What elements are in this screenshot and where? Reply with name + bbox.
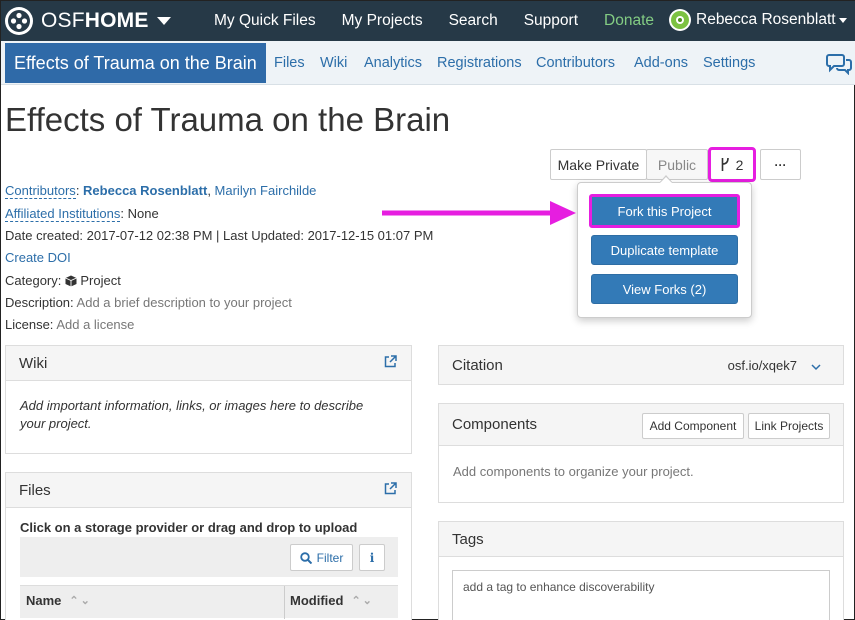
comments-icon[interactable]: [826, 53, 852, 80]
user-name: Rebecca Rosenblatt: [696, 11, 836, 28]
affiliated-label[interactable]: Affiliated Institutions: [5, 206, 121, 222]
project-navbar: Effects of Trauma on the Brain Files Wik…: [1, 41, 855, 85]
category-label: Category:: [5, 273, 62, 288]
add-component-button[interactable]: Add Component: [642, 413, 744, 439]
create-doi[interactable]: Create DOI: [5, 250, 71, 265]
more-options-button[interactable]: ···: [760, 149, 801, 180]
create-doi-link: Create DOI: [5, 250, 71, 265]
wiki-panel-header: Wiki: [6, 346, 411, 381]
link-projects-button[interactable]: Link Projects: [748, 413, 830, 439]
tab-add-ons[interactable]: Add-ons: [634, 43, 688, 83]
info-button[interactable]: i: [359, 544, 385, 571]
filter-label: Filter: [316, 550, 344, 565]
affiliated-line: Affiliated Institutions: None: [5, 206, 159, 222]
sort-icon[interactable]: ⌃⌄: [69, 594, 91, 607]
tab-analytics[interactable]: Analytics: [364, 43, 422, 83]
contributors-label[interactable]: Contributors: [5, 183, 76, 199]
citation-title: Citation: [452, 356, 503, 374]
external-link-icon[interactable]: [384, 354, 397, 372]
wiki-title: Wiki: [19, 354, 48, 372]
top-nav-links: My Quick Files My Projects Search Suppor…: [201, 1, 667, 41]
wiki-body: Add important information, links, or ima…: [20, 398, 364, 431]
external-link-icon[interactable]: [384, 481, 397, 499]
tags-panel-header: Tags: [439, 522, 843, 557]
nav-my-projects[interactable]: My Projects: [329, 12, 436, 30]
description-line: Description: Add a brief description to …: [5, 295, 292, 310]
annotation-arrow: [382, 201, 576, 225]
fork-button[interactable]: 2: [708, 147, 756, 182]
license-label: License:: [5, 317, 54, 332]
citation-url: osf.io/xqek7: [727, 357, 797, 373]
contributor-link[interactable]: Marilyn Fairchilde: [215, 183, 317, 198]
cube-icon: [65, 275, 78, 287]
components-title: Components: [452, 416, 538, 433]
user-avatar-icon: [669, 9, 691, 31]
page-title: Effects of Trauma on the Brain: [5, 101, 451, 138]
osf-logo-icon: [5, 7, 33, 35]
affiliated-value: None: [127, 206, 159, 221]
brand-home: HOME: [84, 9, 149, 32]
column-name-label: Name: [26, 593, 62, 608]
category-value: Project: [80, 273, 121, 288]
tab-wiki[interactable]: Wiki: [320, 43, 347, 83]
files-toolbar: Filter i: [20, 537, 398, 577]
tab-registrations[interactable]: Registrations: [437, 43, 522, 83]
components-empty-text: Add components to organize your project.: [453, 464, 694, 479]
files-upload-instruction: Click on a storage provider or drag and …: [20, 520, 358, 535]
files-title: Files: [19, 481, 51, 499]
nav-donate[interactable]: Donate: [591, 12, 667, 30]
top-navbar: OSFHOME My Quick Files My Projects Searc…: [1, 1, 855, 41]
make-private-button[interactable]: Make Private: [550, 149, 647, 180]
fork-icon: [721, 158, 730, 171]
contributors-line: Contributors: Rebecca Rosenblatt, Marily…: [5, 183, 317, 199]
osf-home-logo[interactable]: OSFHOME: [5, 1, 171, 41]
chevron-down-icon: [838, 17, 847, 23]
citation-panel-header: Citation osf.io/xqek7: [439, 346, 843, 384]
column-name[interactable]: Name ⌃⌄: [26, 593, 92, 608]
chevron-down-icon[interactable]: [811, 358, 821, 375]
nav-my-quick-files[interactable]: My Quick Files: [201, 12, 329, 30]
tags-panel: Tags add a tag to enhance discoverabilit…: [438, 521, 844, 620]
brand-text: OSFHOME: [41, 9, 149, 33]
files-panel-header: Files: [6, 473, 411, 508]
column-modified[interactable]: Modified ⌃⌄: [290, 593, 374, 608]
citation-panel[interactable]: Citation osf.io/xqek7: [438, 345, 844, 385]
view-forks-button[interactable]: View Forks (2): [591, 274, 738, 304]
filter-button[interactable]: Filter: [290, 544, 353, 571]
tags-input[interactable]: add a tag to enhance discoverability: [452, 570, 830, 620]
sort-icon[interactable]: ⌃⌄: [351, 594, 373, 607]
public-button[interactable]: Public: [646, 149, 708, 180]
category-line: Category: Project: [5, 273, 121, 288]
description-label: Description:: [5, 295, 74, 310]
search-icon: [299, 551, 312, 564]
tags-title: Tags: [452, 530, 484, 548]
files-table-header: Name ⌃⌄ Modified ⌃⌄: [20, 585, 398, 619]
license-line: License: Add a license: [5, 317, 134, 332]
fork-this-project-button[interactable]: Fork this Project: [589, 194, 740, 228]
dates-line: Date created: 2017-07-12 02:38 PM | Last…: [5, 228, 434, 243]
nav-support[interactable]: Support: [511, 12, 591, 30]
project-title-tab[interactable]: Effects of Trauma on the Brain: [5, 43, 266, 83]
tab-files[interactable]: Files: [274, 43, 305, 83]
contributor-link[interactable]: Rebecca Rosenblatt: [83, 183, 207, 198]
license-placeholder[interactable]: Add a license: [56, 317, 134, 332]
files-panel: Files Click on a storage provider or dra…: [5, 472, 412, 620]
fork-count: 2: [735, 156, 744, 173]
tab-settings[interactable]: Settings: [703, 43, 755, 83]
column-modified-label: Modified: [290, 593, 344, 608]
description-placeholder[interactable]: Add a brief description to your project: [77, 295, 292, 310]
column-divider: [284, 586, 285, 619]
tab-contributors[interactable]: Contributors: [536, 43, 615, 83]
nav-search[interactable]: Search: [436, 12, 511, 30]
components-panel: Components Add Component Link Projects A…: [438, 403, 844, 503]
user-menu[interactable]: Rebecca Rosenblatt: [669, 9, 847, 31]
brand-osf: OSF: [41, 9, 85, 32]
caret-down-icon[interactable]: [156, 17, 171, 25]
wiki-panel: Wiki Add important information, links, o…: [5, 345, 412, 454]
dropdown-caret-inner: [660, 177, 672, 183]
duplicate-template-button[interactable]: Duplicate template: [591, 235, 738, 265]
